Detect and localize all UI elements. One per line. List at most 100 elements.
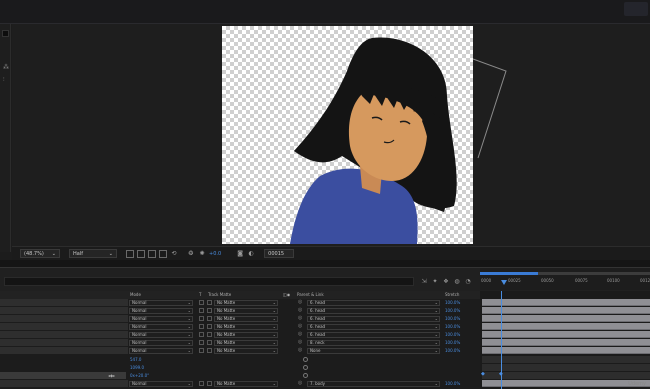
layer-row[interactable]: Normal ⌄ No Matte ⌄ ◎ 7. body ⌄ 100.0% [0, 380, 480, 388]
track-matte-dropdown[interactable]: No Matte ⌄ [214, 308, 278, 314]
exposure-icon[interactable]: ✺ [198, 250, 206, 258]
pick-whip-icon[interactable]: ◎ [298, 300, 302, 305]
property-pick-whip-icon[interactable] [303, 373, 308, 378]
layer-duration-bar[interactable] [482, 380, 650, 387]
timeline-search-input[interactable] [4, 277, 414, 286]
mode-column-header[interactable]: Mode [130, 292, 141, 297]
channel-icon[interactable] [159, 249, 167, 258]
mode-dropdown[interactable]: Normal ⌄ [129, 316, 193, 322]
track-matte-dropdown[interactable]: No Matte ⌄ [214, 316, 278, 322]
track-matte-column-header[interactable]: Track Matte [208, 292, 231, 297]
stretch-value[interactable]: 100.0% [445, 316, 460, 321]
track-matte-dropdown[interactable]: No Matte ⌄ [214, 300, 278, 306]
mode-dropdown[interactable]: Normal ⌄ [129, 332, 193, 338]
layer-duration-bar[interactable] [482, 307, 650, 314]
preserve-transparency-checkbox[interactable] [199, 308, 204, 313]
layer-duration-bar[interactable] [482, 323, 650, 330]
stretch-value[interactable]: 100.0% [445, 381, 460, 386]
property-pick-whip-icon[interactable] [303, 357, 308, 362]
parent-dropdown[interactable]: 6. head ⌄ [307, 300, 440, 306]
preserve-transparency-checkbox[interactable] [199, 381, 204, 386]
layer-duration-bar[interactable] [482, 339, 650, 346]
layer-name-cell[interactable] [0, 347, 128, 354]
pick-whip-icon[interactable]: ◎ [298, 332, 302, 337]
track-matte-dropdown[interactable]: No Matte ⌄ [214, 324, 278, 330]
layer-row[interactable]: Normal ⌄ No Matte ⌄ ◎ 8. neck ⌄ 100.0% [0, 339, 480, 347]
matte-checkbox[interactable] [207, 308, 212, 313]
keyframe-icon[interactable]: ◆ [499, 372, 503, 377]
layer-row[interactable]: Normal ⌄ No Matte ⌄ ◎ 6. head ⌄ 100.0% [0, 323, 480, 331]
track-matte-dropdown[interactable]: No Matte ⌄ [214, 340, 278, 346]
timeline-track-area[interactable]: ◆ ◆ [480, 291, 650, 389]
resolution-dropdown[interactable]: Half ⌄ [69, 249, 117, 258]
parent-dropdown[interactable]: 6. head ⌄ [307, 308, 440, 314]
preserve-transparency-checkbox[interactable] [199, 300, 204, 305]
matte-checkbox[interactable] [207, 340, 212, 345]
parent-dropdown[interactable]: None ⌄ [307, 348, 440, 354]
layer-duration-bar[interactable] [482, 315, 650, 322]
mode-dropdown[interactable]: Normal ⌄ [129, 381, 193, 387]
comp-flowchart-icon[interactable]: ⇲ [420, 277, 428, 285]
layer-name-cell[interactable] [0, 323, 128, 330]
property-track[interactable] [482, 364, 650, 371]
pick-whip-icon[interactable]: ◎ [298, 348, 302, 353]
preserve-transparency-checkbox[interactable] [199, 316, 204, 321]
layer-name-cell[interactable] [0, 380, 128, 387]
stretch-column-header[interactable]: Stretch [445, 292, 459, 297]
property-row[interactable]: ◂◆▸ 0x+20.0° [0, 372, 480, 380]
mode-dropdown[interactable]: Normal ⌄ [129, 300, 193, 306]
mode-dropdown[interactable]: Normal ⌄ [129, 340, 193, 346]
pick-whip-icon[interactable]: ◎ [298, 324, 302, 329]
layer-row[interactable]: Normal ⌄ No Matte ⌄ ◎ 6. head ⌄ 100.0% [0, 307, 480, 315]
layer-name-cell[interactable] [0, 307, 128, 314]
layer-name-cell[interactable] [0, 315, 128, 322]
matte-checkbox[interactable] [207, 332, 212, 337]
mode-dropdown[interactable]: Normal ⌄ [129, 308, 193, 314]
color-swatch-icon[interactable] [2, 30, 9, 37]
pick-whip-icon[interactable]: ◎ [298, 340, 302, 345]
stretch-value[interactable]: 100.0% [445, 332, 460, 337]
current-frame-field[interactable]: 00015 [264, 249, 295, 258]
motion-blur-icon[interactable]: ◔ [464, 277, 472, 285]
property-value[interactable]: 1099.0 [130, 365, 144, 370]
preserve-transparency-checkbox[interactable] [199, 348, 204, 353]
preserve-transparency-checkbox[interactable] [199, 324, 204, 329]
keyframe-nav-icon[interactable]: ◂◆▸ [108, 373, 115, 378]
camera-icon[interactable]: ◙ [236, 250, 244, 258]
color-management-icon[interactable]: ❂ [187, 250, 195, 258]
pick-whip-icon[interactable]: ◎ [298, 308, 302, 313]
playhead-marker[interactable] [501, 280, 507, 285]
matte-checkbox[interactable] [207, 348, 212, 353]
region-of-interest-icon[interactable] [126, 249, 134, 258]
layer-duration-bar[interactable] [482, 347, 650, 354]
property-value[interactable]: 547.0 [130, 357, 141, 362]
shy-layers-icon[interactable]: ❖ [442, 277, 450, 285]
stretch-value[interactable]: 100.0% [445, 324, 460, 329]
slider-icon[interactable]: ⫶ [3, 76, 5, 84]
pick-whip-icon[interactable]: ◎ [298, 381, 302, 386]
matte-checkbox[interactable] [207, 381, 212, 386]
matte-checkbox[interactable] [207, 300, 212, 305]
layer-duration-bar[interactable] [482, 331, 650, 338]
parent-dropdown[interactable]: 6. head ⌄ [307, 332, 440, 338]
property-row[interactable]: 1099.0 [0, 364, 480, 372]
parent-dropdown[interactable]: 6. head ⌄ [307, 316, 440, 322]
panel-menu-button[interactable] [624, 2, 648, 16]
node-icon[interactable]: ⁂ [3, 64, 9, 71]
show-snapshot-icon[interactable]: ◐ [247, 250, 255, 258]
stretch-value[interactable]: 100.0% [445, 340, 460, 345]
time-ruler[interactable]: 0000 00025 00050 00075 00100 0012 [480, 268, 650, 290]
preserve-transparency-checkbox[interactable] [199, 332, 204, 337]
track-matte-dropdown[interactable]: No Matte ⌄ [214, 332, 278, 338]
mode-dropdown[interactable]: Normal ⌄ [129, 324, 193, 330]
layer-row[interactable]: Normal ⌄ No Matte ⌄ ◎ 6. head ⌄ 100.0% [0, 331, 480, 339]
grid-icon[interactable] [148, 249, 156, 258]
track-matte-dropdown[interactable]: No Matte ⌄ [214, 381, 278, 387]
layer-name-cell[interactable] [0, 299, 128, 306]
property-pick-whip-icon[interactable] [303, 365, 308, 370]
parent-dropdown[interactable]: 7. body ⌄ [307, 381, 440, 387]
layer-row[interactable]: Normal ⌄ No Matte ⌄ ◎ None ⌄ 100.0% [0, 347, 480, 355]
property-value[interactable]: 0x+20.0° [130, 373, 149, 378]
work-area-bar[interactable] [480, 272, 538, 275]
parent-column-header[interactable]: Parent & Link [297, 292, 324, 297]
